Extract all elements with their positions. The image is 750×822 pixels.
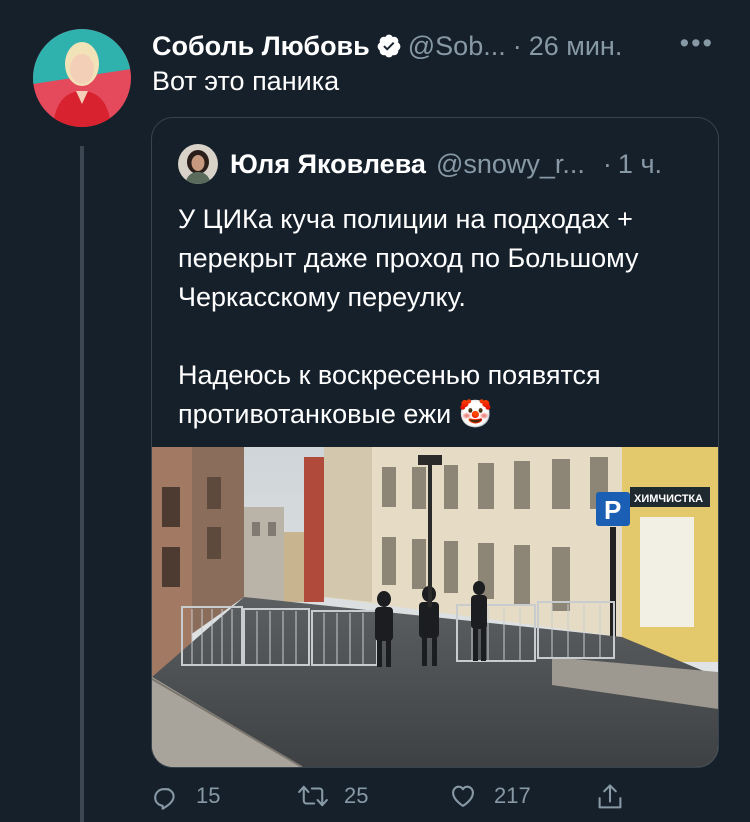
- shop-sign: ХИМЧИСТКА: [634, 493, 703, 505]
- quoted-tweet-card[interactable]: Юля Яковлева @snowy_r... · 1 ч. У ЦИКа к…: [151, 117, 719, 768]
- header-separator: ·: [512, 30, 522, 61]
- author-avatar-image: [33, 29, 131, 127]
- quoted-author-avatar[interactable]: [178, 144, 218, 184]
- reply-count: 15: [196, 783, 221, 808]
- quoted-header-separator: ·: [602, 148, 612, 179]
- verified-badge-icon: [376, 33, 402, 59]
- like-icon: [452, 785, 474, 807]
- quoted-author-handle[interactable]: @snowy_r...: [436, 149, 585, 180]
- tweet-actions: 15 25 217: [152, 782, 652, 818]
- author-handle[interactable]: @Sob...: [408, 31, 506, 62]
- retweet-icon: [298, 785, 328, 807]
- author-name[interactable]: Соболь Любовь: [152, 31, 370, 62]
- quoted-author-name[interactable]: Юля Яковлева: [230, 149, 426, 180]
- share-icon: [598, 784, 622, 809]
- share-button[interactable]: [596, 782, 640, 812]
- quoted-avatar-image: [178, 144, 218, 184]
- tweet-timestamp[interactable]: 26 мин.: [529, 31, 623, 62]
- quoted-tweet-text: У ЦИКа куча полиции на подходах + перекр…: [178, 200, 698, 434]
- tweet-text: Вот это паника: [152, 66, 340, 96]
- quoted-paragraph-2: Надеюсь к воскресенью появятся противота…: [178, 360, 601, 429]
- like-count: 217: [494, 783, 531, 808]
- street-photo: ХИМЧИСТКА P: [152, 447, 718, 767]
- more-icon[interactable]: •••: [680, 28, 714, 59]
- retweet-button[interactable]: 25: [298, 782, 368, 810]
- quoted-tweet-photo[interactable]: ХИМЧИСТКА P: [152, 447, 718, 767]
- author-avatar[interactable]: [33, 29, 131, 127]
- reply-button[interactable]: 15: [152, 782, 220, 810]
- quoted-timestamp[interactable]: 1 ч.: [618, 149, 662, 180]
- thread-line: [80, 146, 84, 822]
- quoted-tweet-header: Юля Яковлева @snowy_r... · 1 ч.: [178, 144, 698, 184]
- parking-sign: P: [604, 495, 621, 525]
- quoted-paragraph-1: У ЦИКа куча полиции на подходах + перекр…: [178, 204, 639, 312]
- reply-icon: [154, 788, 175, 810]
- retweet-count: 25: [344, 783, 369, 808]
- like-button[interactable]: 217: [448, 782, 531, 810]
- tweet-header: Соболь Любовь @Sob... · 26 мин. •••: [152, 26, 720, 66]
